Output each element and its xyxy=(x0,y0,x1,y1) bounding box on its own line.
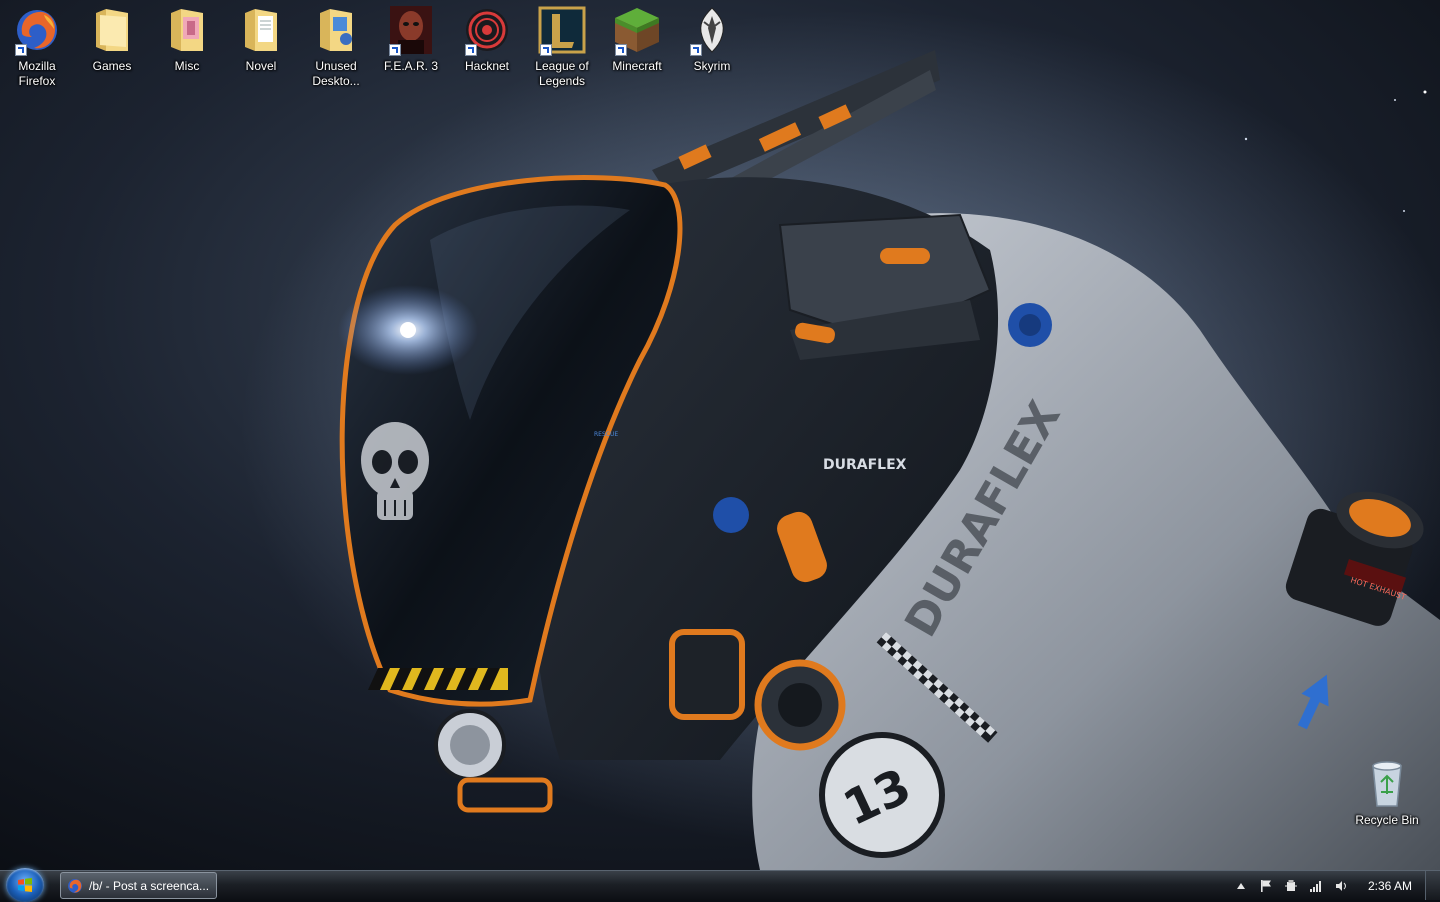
firefox-icon xyxy=(13,6,61,56)
volume-icon[interactable] xyxy=(1333,878,1349,894)
desktop-icon-games[interactable]: Games xyxy=(75,6,149,74)
desktop-icon-label: Games xyxy=(92,59,132,73)
hacknet-icon xyxy=(463,6,511,56)
svg-text:RESCUE: RESCUE xyxy=(594,431,618,438)
desktop-icon-label: Skyrim xyxy=(693,59,731,73)
shortcut-arrow-icon xyxy=(690,44,702,56)
skyrim-icon xyxy=(688,6,736,56)
fear3-icon xyxy=(387,6,435,56)
minecraft-icon xyxy=(613,6,661,56)
folder-icon xyxy=(88,6,136,54)
desktop-icon-novel[interactable]: Novel xyxy=(224,6,298,74)
desktop-icon-label: Recycle Bin xyxy=(1355,813,1419,827)
desktop-icon-label: Misc xyxy=(174,59,200,73)
desktop-icon-recycle-bin[interactable]: Recycle Bin xyxy=(1350,760,1424,828)
taskbar: /b/ - Post a screenca... 2:36 AM xyxy=(0,868,1440,902)
desktop-icon-label: League of Legends xyxy=(535,59,589,88)
action-center-flag-icon[interactable] xyxy=(1258,878,1274,894)
desktop-icon-hacknet[interactable]: Hacknet xyxy=(450,6,524,74)
shortcut-arrow-icon xyxy=(389,44,401,56)
start-button[interactable] xyxy=(6,868,44,902)
desktop-icon-misc[interactable]: Misc xyxy=(150,6,224,74)
desktop-icon-label: Hacknet xyxy=(464,59,510,73)
firefox-icon xyxy=(68,878,82,893)
folder-icon xyxy=(237,6,285,54)
desktop-icon-minecraft[interactable]: Minecraft xyxy=(600,6,674,74)
network-signal-icon[interactable] xyxy=(1308,878,1324,894)
desktop-icon-fear-3[interactable]: F.E.A.R. 3 xyxy=(374,6,448,74)
folder-icon xyxy=(163,6,211,54)
desktop-icon-label: F.E.A.R. 3 xyxy=(383,59,439,73)
desktop-wallpaper: HOT EXHAUST DURAFLEX RESCUE DURAFLEX 13 xyxy=(0,0,1440,870)
notification-area: 2:36 AM xyxy=(1233,871,1440,900)
windows-logo-icon xyxy=(18,878,32,892)
shortcut-arrow-icon xyxy=(540,44,552,56)
show-hidden-icons-arrow[interactable] xyxy=(1233,878,1249,894)
desktop-icon-label: Minecraft xyxy=(612,59,662,73)
svg-text:DURAFLEX: DURAFLEX xyxy=(823,457,907,473)
desktop-icon-label: Novel xyxy=(245,59,277,73)
desktop-icon-skyrim[interactable]: Skyrim xyxy=(675,6,749,74)
desktop-icon-mozilla-firefox[interactable]: Mozilla Firefox xyxy=(0,6,74,89)
folder-icon xyxy=(312,6,360,54)
desktop-icon-label: Unused Deskto... xyxy=(312,59,360,88)
recycle-bin-icon xyxy=(1363,760,1411,808)
show-desktop-button[interactable] xyxy=(1425,871,1440,900)
shortcut-arrow-icon xyxy=(465,44,477,56)
taskbar-window-button[interactable]: /b/ - Post a screenca... xyxy=(60,872,217,899)
taskbar-window-title: /b/ - Post a screenca... xyxy=(89,878,210,893)
shortcut-arrow-icon xyxy=(615,44,627,56)
desktop-icon-unused-desktop[interactable]: Unused Deskto... xyxy=(299,6,373,89)
system-clock[interactable]: 2:36 AM xyxy=(1368,879,1412,893)
desktop-icon-league-of-legends[interactable]: League of Legends xyxy=(525,6,599,89)
usb-device-icon[interactable] xyxy=(1283,878,1299,894)
shortcut-arrow-icon xyxy=(15,44,27,56)
desktop-icon-label: Mozilla Firefox xyxy=(18,59,56,88)
league-of-legends-icon xyxy=(538,6,586,56)
